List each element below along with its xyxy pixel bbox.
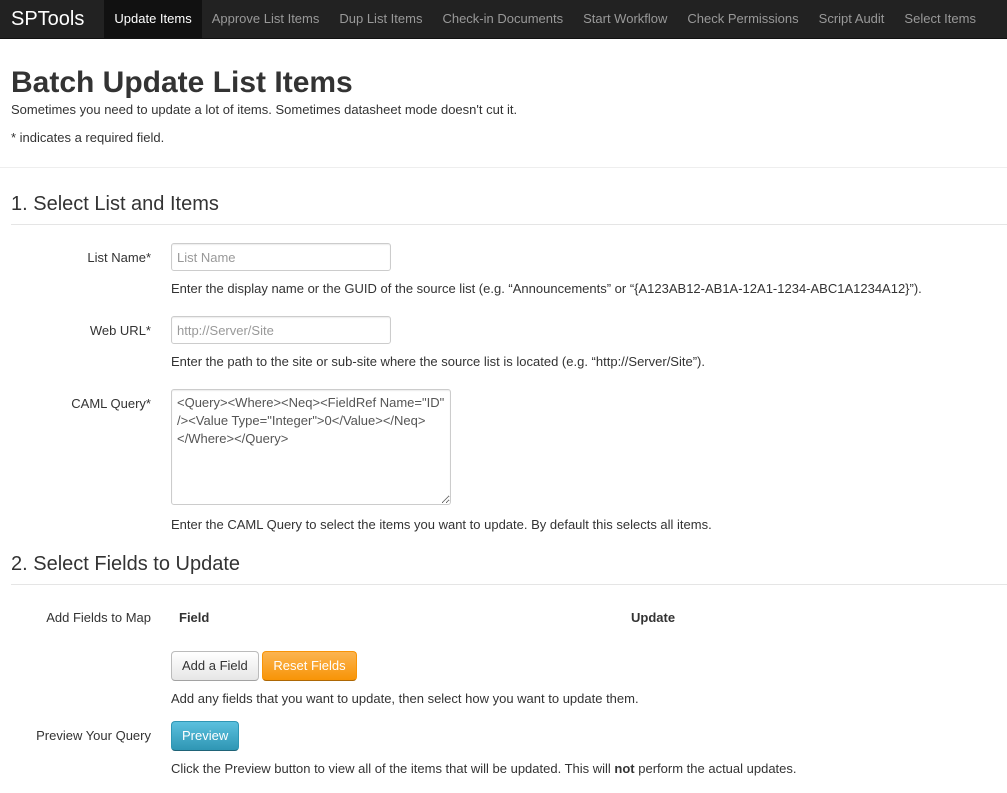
list-name-help: Enter the display name or the GUID of th… xyxy=(171,281,922,296)
nav-approve-list-items[interactable]: Approve List Items xyxy=(202,0,330,38)
field-map-help: Add any fields that you want to update, … xyxy=(171,691,639,706)
divider xyxy=(0,167,1007,168)
field-map-group: Add Fields to Map Field Update Add a Fie… xyxy=(11,601,996,708)
list-name-input[interactable] xyxy=(171,243,391,271)
web-url-group: Web URL* Enter the path to the site or s… xyxy=(11,316,996,371)
caml-query-help: Enter the CAML Query to select the items… xyxy=(171,517,712,532)
field-map-label: Add Fields to Map xyxy=(46,610,151,625)
preview-help-emphasis: not xyxy=(614,761,635,776)
preview-help-text-2: perform the actual updates. xyxy=(634,761,797,776)
top-navbar: SPTools Update Items Approve List Items … xyxy=(0,0,1007,39)
list-name-label: List Name* xyxy=(87,250,151,265)
field-map-buttons: Add a Field Reset Fields xyxy=(171,651,996,681)
caml-query-group: CAML Query* <Query><Where><Neq><FieldRef… xyxy=(11,389,996,534)
update-column-header: Update xyxy=(631,610,676,625)
nav-dup-list-items[interactable]: Dup List Items xyxy=(329,0,432,38)
main-content: Batch Update List Items Sometimes you ne… xyxy=(0,65,1007,778)
required-note: * indicates a required field. xyxy=(11,130,165,145)
preview-help-text-1: Click the Preview button to view all of … xyxy=(171,761,615,776)
preview-help: Click the Preview button to view all of … xyxy=(171,760,996,778)
section-2-legend: 2. Select Fields to Update xyxy=(11,552,1007,585)
reset-fields-button[interactable]: Reset Fields xyxy=(262,651,357,681)
nav-menu: Update Items Approve List Items Dup List… xyxy=(104,0,986,38)
brand-logo[interactable]: SPTools xyxy=(0,0,104,38)
web-url-label: Web URL* xyxy=(89,323,151,338)
caml-query-label: CAML Query* xyxy=(71,396,151,411)
nav-check-in-documents[interactable]: Check-in Documents xyxy=(432,0,573,38)
nav-script-audit[interactable]: Script Audit xyxy=(809,0,895,38)
page-title: Batch Update List Items xyxy=(11,66,353,99)
list-name-group: List Name* Enter the display name or the… xyxy=(11,243,996,298)
section-1-legend: 1. Select List and Items xyxy=(11,192,1007,225)
preview-group: Preview Your Query Preview Click the Pre… xyxy=(11,721,996,778)
nav-select-items[interactable]: Select Items xyxy=(894,0,986,38)
web-url-input[interactable] xyxy=(171,316,391,344)
preview-label: Preview Your Query xyxy=(36,728,151,743)
nav-start-workflow[interactable]: Start Workflow xyxy=(573,0,677,38)
field-column-header: Field xyxy=(179,610,210,625)
caml-query-textarea[interactable]: <Query><Where><Neq><FieldRef Name="ID" /… xyxy=(171,389,451,505)
preview-button[interactable]: Preview xyxy=(171,721,240,751)
page-lead: Sometimes you need to update a lot of it… xyxy=(11,102,518,117)
web-url-help: Enter the path to the site or sub-site w… xyxy=(171,354,705,369)
nav-update-items[interactable]: Update Items xyxy=(104,0,202,38)
field-map-table: Field Update xyxy=(171,601,771,635)
add-field-button[interactable]: Add a Field xyxy=(171,651,259,681)
nav-check-permissions[interactable]: Check Permissions xyxy=(677,0,808,38)
